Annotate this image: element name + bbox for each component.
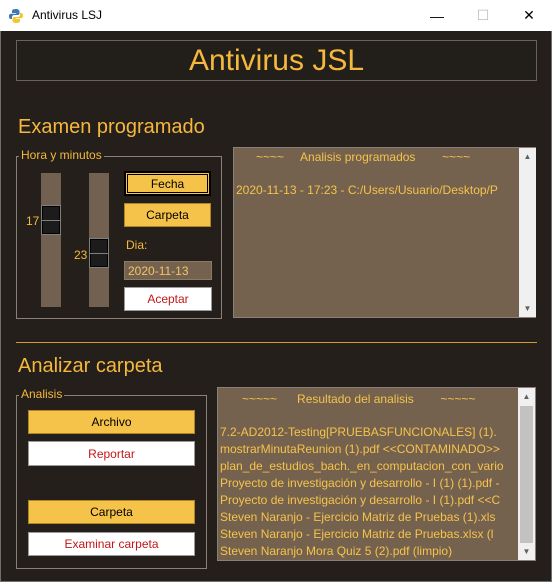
report-button[interactable]: Reportar	[28, 441, 195, 466]
accept-button[interactable]: Aceptar	[124, 287, 212, 311]
list-item[interactable]: plan_de_estudios_bach._en_computacion_co…	[220, 459, 504, 473]
analysis-group-label: Analisis	[19, 387, 65, 401]
folder-button[interactable]: Carpeta	[28, 500, 195, 524]
results-scrollbar-thumb[interactable]	[520, 406, 533, 546]
minutes-value: 23	[74, 248, 88, 262]
minutes-slider-thumb[interactable]	[89, 238, 109, 268]
date-field[interactable]: 2020-11-13	[124, 261, 212, 280]
list-item[interactable]: Proyecto de investigación y desarrollo -…	[220, 493, 500, 507]
analysis-results-list[interactable]: ~~~~~ Resultado del analisis ~~~~~ 7.2-A…	[217, 387, 536, 561]
section-divider	[16, 342, 537, 343]
triangle-down-icon[interactable]: ▼	[519, 300, 536, 317]
list-item[interactable]: Proyecto de investigación y desarrollo -…	[220, 476, 499, 490]
results-list-header: ~~~~~ Resultado del analisis ~~~~~	[242, 392, 476, 406]
time-group-label: Hora y minutos	[19, 148, 104, 162]
minimize-button[interactable]: —	[414, 0, 460, 31]
hours-slider-thumb[interactable]	[41, 205, 61, 235]
close-button[interactable]: ✕	[506, 0, 552, 31]
triangle-down-icon[interactable]: ▼	[518, 543, 535, 560]
window-title: Antivirus LSJ	[32, 8, 103, 22]
hours-slider-track[interactable]	[41, 173, 61, 307]
scan-folder-button[interactable]: Examinar carpeta	[28, 532, 195, 556]
triangle-up-icon[interactable]: ▲	[518, 388, 535, 405]
list-item[interactable]: 7.2-AD2012-Testing[PRUEBASFUNCIONALES] (…	[220, 425, 497, 439]
scheduled-scan-title: Examen programado	[18, 116, 205, 138]
scheduled-list-scrollbar[interactable]	[519, 148, 536, 317]
list-item[interactable]: Steven Naranjo - Ejercicio Matriz de Pru…	[220, 510, 495, 524]
analyze-folder-title: Analizar carpeta	[18, 355, 163, 377]
scheduled-scans-list[interactable]: ~~~~ Analisis programados ~~~~ 2020-11-1…	[233, 147, 536, 318]
maximize-button[interactable]: ☐	[460, 0, 506, 31]
hours-value: 17	[26, 214, 40, 228]
list-item[interactable]: Steven Naranjo - Ejercicio Matriz de Pru…	[220, 527, 493, 541]
list-item[interactable]: 2020-11-13 - 17:23 - C:/Users/Usuario/De…	[236, 183, 498, 197]
schedule-folder-button[interactable]: Carpeta	[124, 203, 211, 227]
day-label: Dia:	[126, 238, 148, 252]
fecha-button[interactable]: Fecha	[124, 171, 211, 196]
triangle-up-icon[interactable]: ▲	[519, 148, 536, 165]
list-item[interactable]: Steven Naranjo Mora Quiz 5 (2).pdf (limp…	[220, 544, 452, 558]
app-header-banner: Antivirus JSL	[16, 40, 537, 81]
file-button[interactable]: Archivo	[28, 410, 195, 434]
list-item[interactable]: mostrarMinutaReunion (1).pdf <<CONTAMINA…	[220, 442, 500, 456]
python-icon	[9, 9, 23, 23]
scheduled-list-header: ~~~~ Analisis programados ~~~~	[256, 150, 471, 164]
